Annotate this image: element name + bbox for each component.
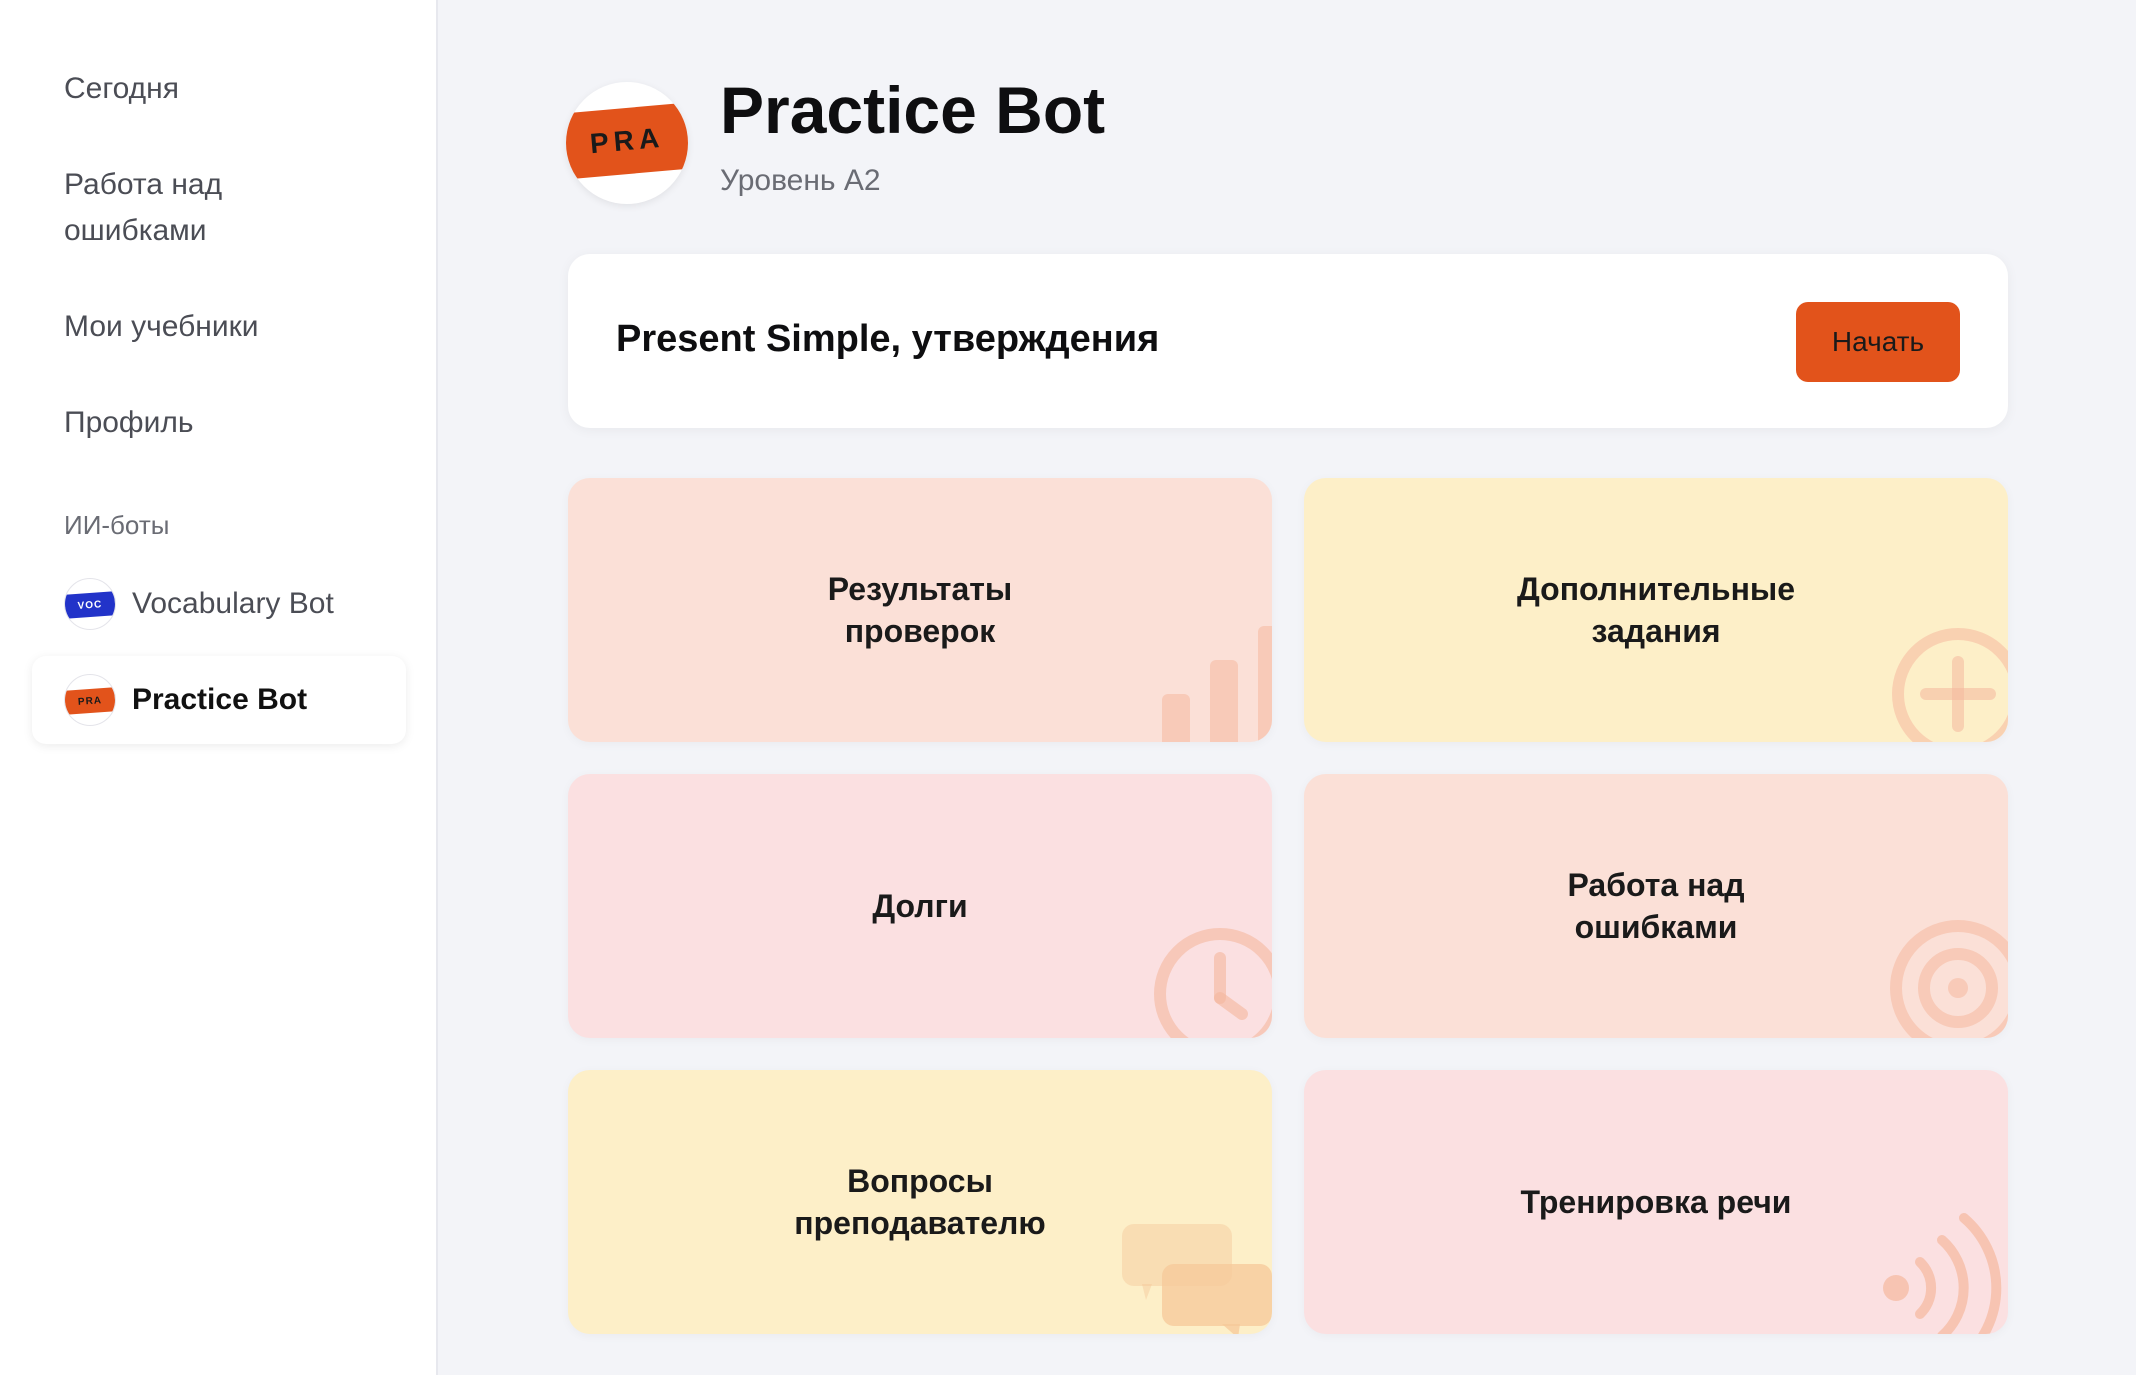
- practice-bot-badge: PRA: [65, 687, 115, 715]
- target-icon: [1890, 920, 2008, 1038]
- chat-bubbles-icon: [1122, 1224, 1272, 1334]
- practice-bot-avatar: PRA: [64, 674, 116, 726]
- level-subtitle: Уровень А2: [720, 164, 881, 197]
- app-root: Сегодня Работа над ошибками Мои учебники…: [0, 0, 2136, 1375]
- page-title: Practice Bot: [720, 73, 1106, 147]
- sidebar-item-profile[interactable]: Профиль: [64, 400, 194, 446]
- sidebar-item-vocabulary-bot[interactable]: VOC Vocabulary Bot: [32, 560, 406, 648]
- vocabulary-bot-avatar: VOC: [64, 578, 116, 630]
- bot-logo-text: PRA: [566, 102, 688, 180]
- sidebar-item-textbooks[interactable]: Мои учебники: [64, 304, 258, 350]
- bot-logo: PRA: [566, 82, 688, 204]
- tile-extra-tasks[interactable]: Дополнительные задания: [1304, 478, 2008, 742]
- sidebar-item-practice-bot[interactable]: PRA Practice Bot: [32, 656, 406, 744]
- practice-bot-label: Practice Bot: [132, 683, 308, 716]
- tile-mistakes-work[interactable]: Работа над ошибками: [1304, 774, 2008, 1038]
- tile-check-results[interactable]: Результаты проверок: [568, 478, 1272, 742]
- current-lesson-card: Present Simple, утверждения Начать: [568, 254, 2008, 428]
- sidebar-item-today[interactable]: Сегодня: [64, 66, 179, 112]
- tile-speech-training[interactable]: Тренировка речи: [1304, 1070, 2008, 1334]
- clock-icon: [1154, 928, 1272, 1038]
- sidebar-item-mistakes[interactable]: Работа над ошибками: [64, 162, 324, 254]
- sound-waves-icon: [1883, 1213, 2002, 1334]
- bar-chart-icon: [1162, 626, 1272, 742]
- plus-circle-icon: [1892, 628, 2008, 742]
- vocabulary-bot-badge: VOC: [65, 591, 115, 619]
- tile-teacher-questions[interactable]: Вопросы преподавателю: [568, 1070, 1272, 1334]
- lesson-title: Present Simple, утверждения: [616, 318, 1160, 360]
- start-button[interactable]: Начать: [1796, 302, 1960, 382]
- vocabulary-bot-label: Vocabulary Bot: [132, 587, 334, 620]
- sidebar: Сегодня Работа над ошибками Мои учебники…: [0, 0, 438, 1375]
- tile-debts[interactable]: Долги: [568, 774, 1272, 1038]
- sidebar-section-ai-bots: ИИ-боты: [64, 510, 170, 540]
